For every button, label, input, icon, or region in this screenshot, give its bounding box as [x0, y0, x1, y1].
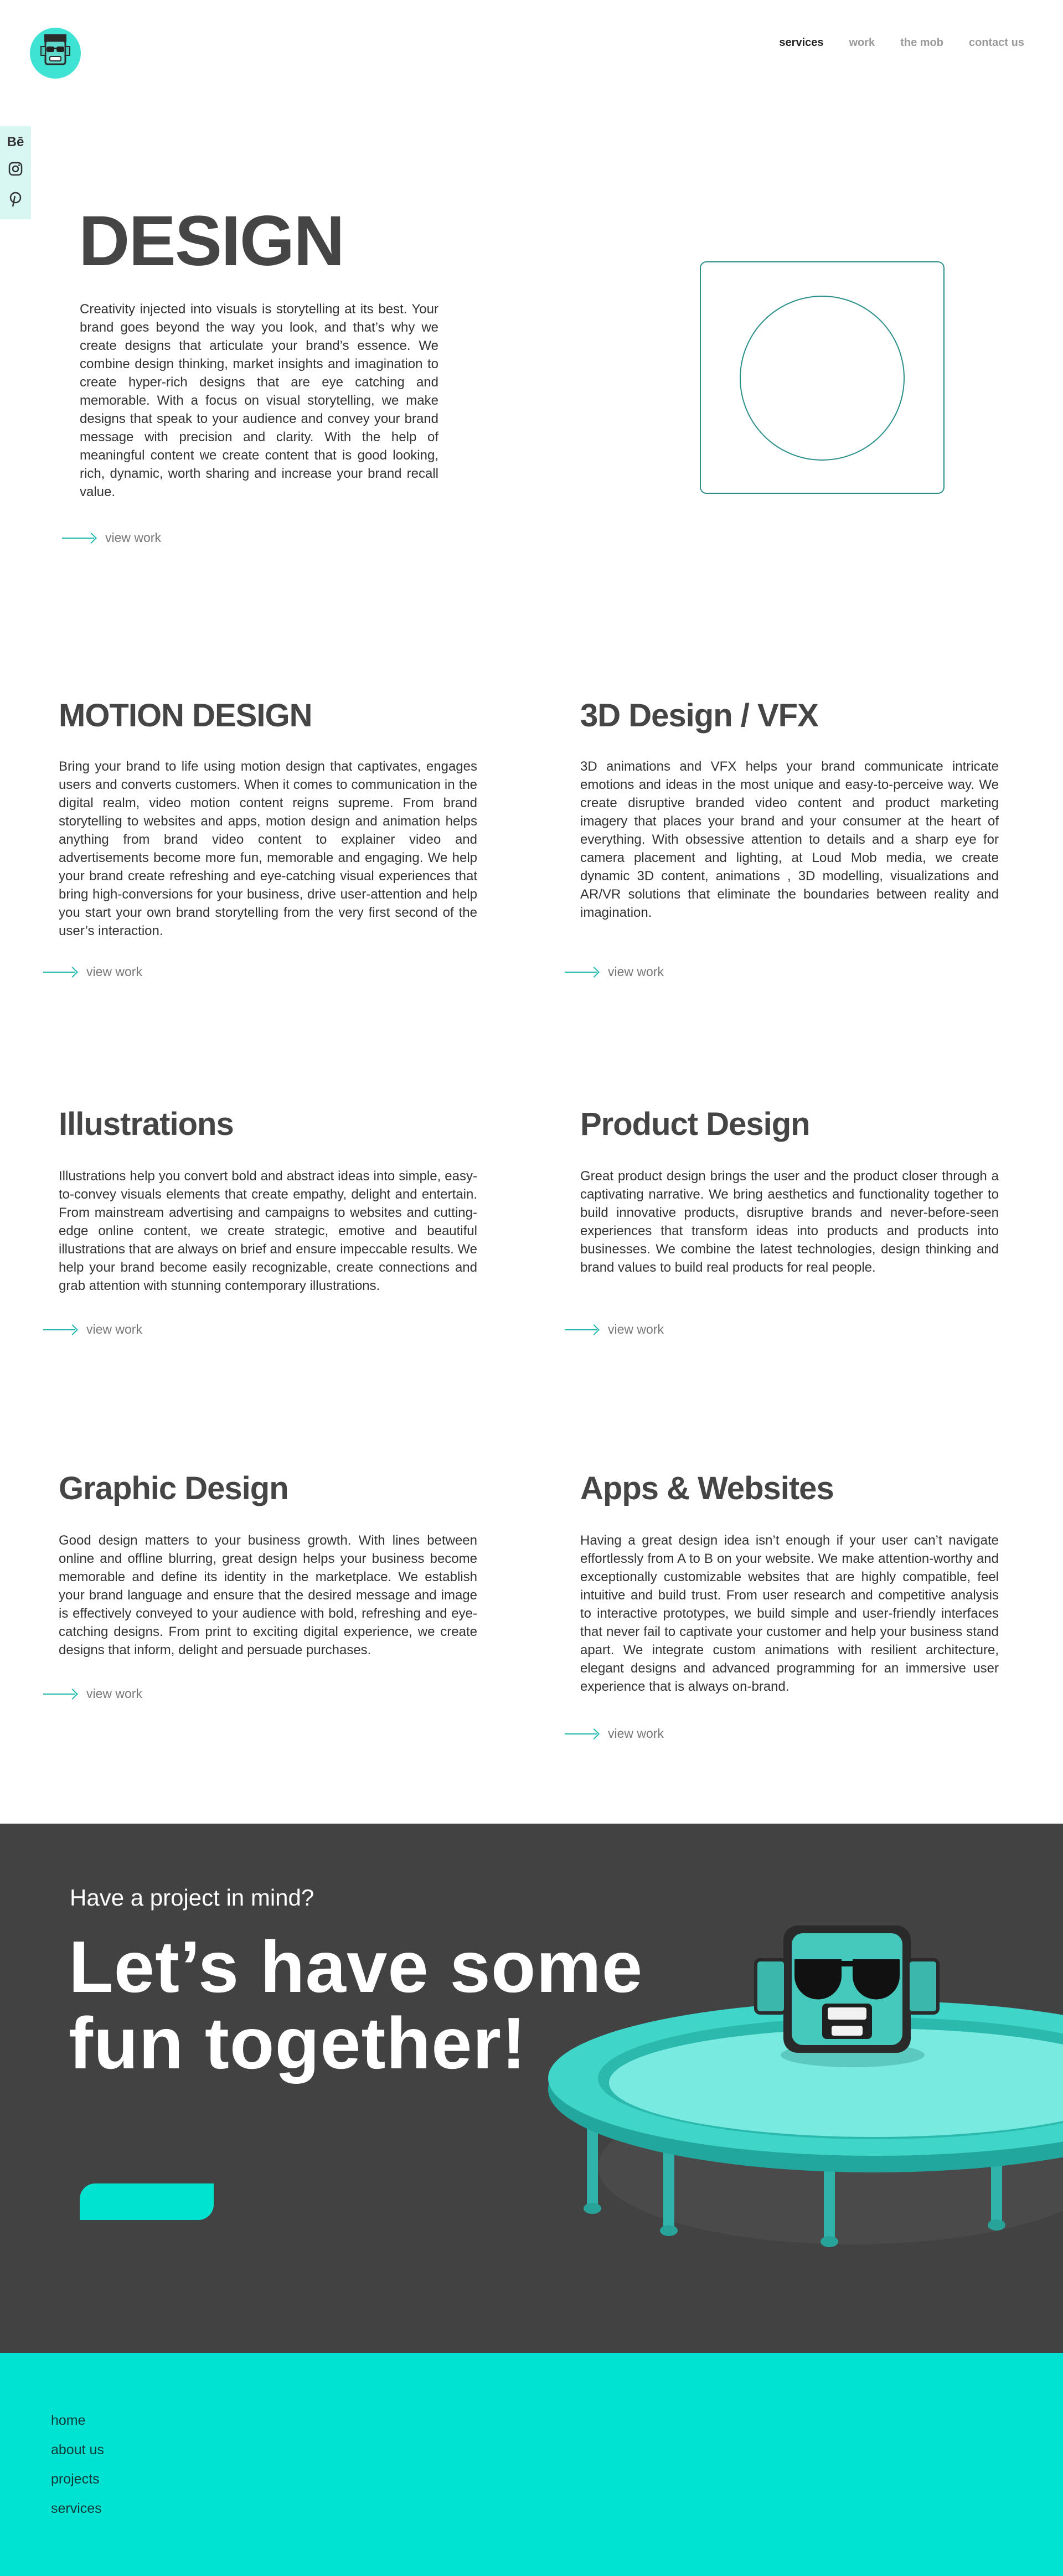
illustrations-view-work-link[interactable]: view work — [43, 1322, 142, 1337]
view-work-label: view work — [608, 1726, 664, 1741]
page-title: DESIGN — [79, 202, 345, 281]
3d-design-view-work-link[interactable]: view work — [565, 964, 664, 979]
service-text-apps-websites: Having a great design idea isn’t enough … — [580, 1533, 999, 1694]
nav-the-mob[interactable]: the mob — [900, 37, 943, 49]
mob-mascot-icon — [40, 34, 70, 65]
hero-description: Creativity injected into visuals is stor… — [80, 302, 438, 499]
footer-link-services[interactable]: services — [51, 2501, 104, 2517]
graphic-design-view-work-link[interactable]: view work — [43, 1686, 142, 1701]
pinterest-icon[interactable] — [8, 192, 23, 210]
nav-work[interactable]: work — [849, 37, 875, 49]
view-work-label: view work — [86, 1686, 142, 1701]
view-work-label: view work — [608, 1322, 664, 1336]
motion-design-view-work-link[interactable]: view work — [43, 964, 142, 979]
arrow-right-icon — [43, 1324, 78, 1335]
view-work-label: view work — [86, 1322, 142, 1336]
footer-link-home[interactable]: home — [51, 2413, 104, 2429]
instagram-icon[interactable] — [8, 162, 23, 179]
nav-services[interactable]: services — [779, 37, 823, 49]
arrow-right-icon — [43, 1689, 78, 1700]
service-title-graphic-design: Graphic Design — [59, 1470, 289, 1506]
footer-nav: home about us projects services — [51, 2413, 104, 2530]
cta-headline-line-2: fun together! — [69, 2002, 527, 2084]
service-title-product-design: Product Design — [580, 1106, 811, 1142]
footer: home about us projects services — [0, 2353, 1063, 2576]
arrow-right-icon — [62, 533, 96, 544]
arrow-right-icon — [565, 1728, 599, 1739]
service-title-motion-design: MOTION DESIGN — [59, 698, 312, 734]
service-text-graphic-design: Good design matters to your business gro… — [59, 1533, 477, 1658]
view-work-label: view work — [105, 530, 161, 545]
service-text-illustrations: Illustrations help you convert bold and … — [59, 1169, 477, 1293]
circle-shape — [740, 296, 905, 461]
apps-websites-view-work-link[interactable]: view work — [565, 1726, 664, 1741]
product-design-view-work-link[interactable]: view work — [565, 1322, 664, 1337]
cta-kicker: Have a project in mind? — [70, 1885, 314, 1911]
service-title-3d-design: 3D Design / VFX — [580, 698, 819, 734]
view-work-label: view work — [608, 964, 664, 979]
footer-link-projects[interactable]: projects — [51, 2471, 104, 2487]
arrow-right-icon — [43, 967, 78, 978]
cta-button[interactable] — [80, 2183, 214, 2220]
arrow-right-icon — [565, 967, 599, 978]
social-bar: Bē — [0, 126, 31, 219]
service-text-product-design: Great product design brings the user and… — [580, 1169, 999, 1275]
cta-section: Have a project in mind? Let’s have some … — [0, 1824, 1063, 2353]
service-title-illustrations: Illustrations — [59, 1106, 234, 1142]
service-text-3d-design: 3D animations and VFX helps your brand c… — [580, 759, 999, 920]
logo[interactable] — [30, 28, 81, 79]
main-nav: services work the mob contact us — [779, 37, 1024, 49]
arrow-right-icon — [565, 1324, 599, 1335]
hero-illustration — [700, 261, 945, 494]
service-title-apps-websites: Apps & Websites — [580, 1470, 834, 1506]
behance-icon[interactable]: Bē — [7, 136, 24, 149]
hero-view-work-link[interactable]: view work — [62, 530, 161, 545]
service-text-motion-design: Bring your brand to life using motion de… — [59, 759, 477, 938]
footer-link-about-us[interactable]: about us — [51, 2442, 104, 2458]
trampoline-mascot-illustration — [548, 1925, 1063, 2247]
nav-contact-us[interactable]: contact us — [969, 37, 1024, 49]
view-work-label: view work — [86, 964, 142, 979]
